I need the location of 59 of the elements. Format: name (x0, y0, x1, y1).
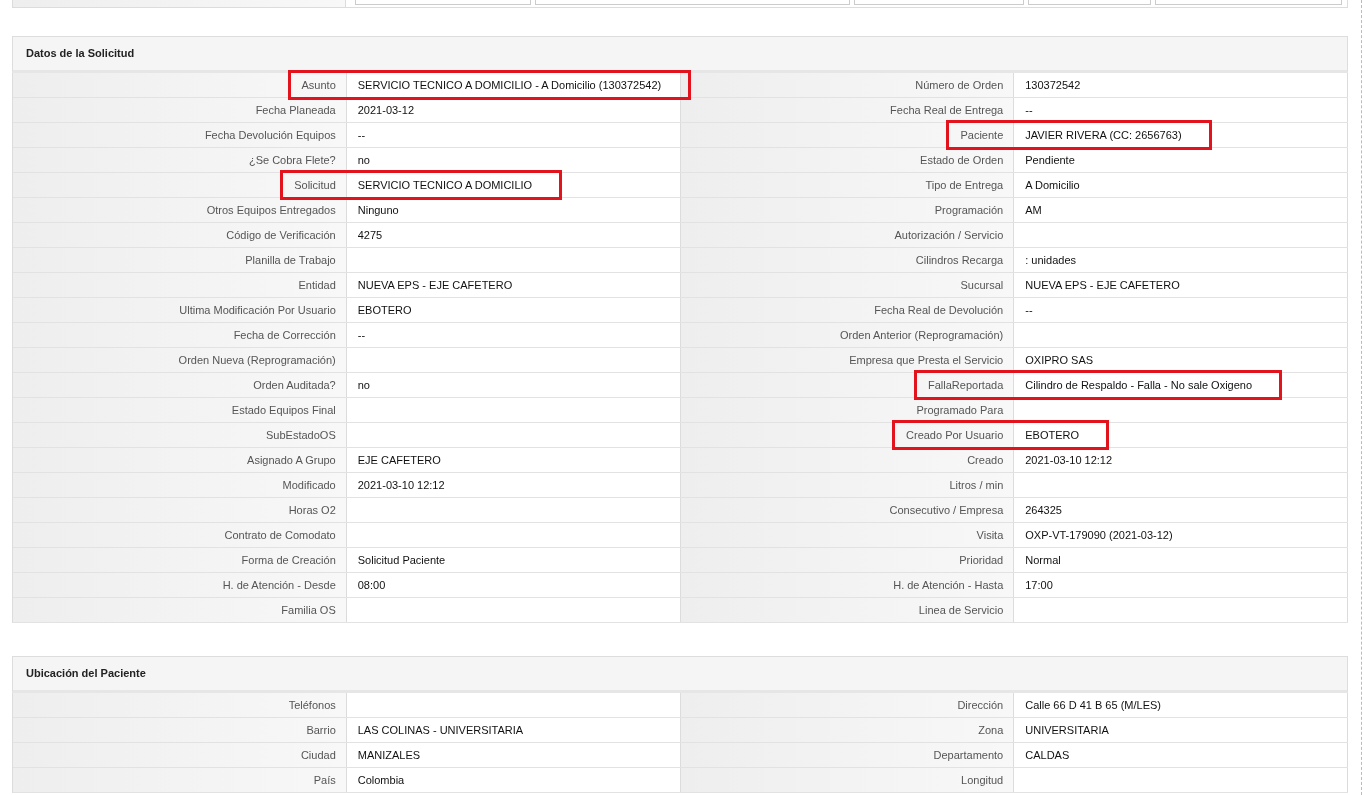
label-cell: H. de Atención - Desde (13, 573, 347, 597)
label-cell: Otros Equipos Entregados (13, 198, 347, 222)
label-cell: Código de Verificación (13, 223, 347, 247)
label-cell: Dirección (680, 693, 1015, 717)
label-cell: País (13, 768, 347, 792)
label-cell: FallaReportada (680, 373, 1015, 397)
label-cell: Número de Orden (680, 73, 1015, 97)
label-cell: Zona (680, 718, 1015, 742)
label-cell: Creado (680, 448, 1015, 472)
label-cell: Orden Auditada? (13, 373, 347, 397)
label-cell: Solicitud (13, 173, 347, 197)
label-cell: Empresa que Presta el Servicio (680, 348, 1015, 372)
label-cell: Programado Para (680, 398, 1015, 422)
label-cell: Consecutivo / Empresa (680, 498, 1015, 522)
label-cell: Entidad (13, 273, 347, 297)
label-cell: Planilla de Trabajo (13, 248, 347, 272)
label-cell: Ciudad (13, 743, 347, 767)
label-cell: Barrio (13, 718, 347, 742)
label-cell: Fecha Planeada (13, 98, 347, 122)
label-cell: Orden Nueva (Reprogramación) (13, 348, 347, 372)
label-cell: Modificado (13, 473, 347, 497)
label-cell: Orden Anterior (Reprogramación) (680, 323, 1015, 347)
label-cell: Prioridad (680, 548, 1015, 572)
input-field[interactable] (535, 0, 850, 5)
label-cell: Estado de Orden (680, 148, 1015, 172)
label-cell: Tipo de Entrega (680, 173, 1015, 197)
section-title: Ubicación del Paciente (26, 666, 146, 682)
label-cell: Cilindros Recarga (680, 248, 1015, 272)
label-cell: Horas O2 (13, 498, 347, 522)
label-cell: Litros / min (680, 473, 1015, 497)
label-cell: Longitud (680, 768, 1015, 792)
label-cell: Autorización / Servicio (680, 223, 1015, 247)
label-cell: Estado Equipos Final (13, 398, 347, 422)
label-cell: Departamento (680, 743, 1015, 767)
label-cell: Fecha Real de Entrega (680, 98, 1015, 122)
label-cell: Fecha de Corrección (13, 323, 347, 347)
input-field[interactable] (1155, 0, 1342, 5)
label-cell: H. de Atención - Hasta (680, 573, 1015, 597)
label-cell: Fecha Devolución Equipos (13, 123, 347, 147)
label-cell: Creado Por Usuario (680, 423, 1015, 447)
label-cell: Fecha Real de Devolución (680, 298, 1015, 322)
label-cell: Paciente (680, 123, 1015, 147)
input-field[interactable] (854, 0, 1024, 5)
label-cell: Familia OS (13, 598, 347, 622)
label-cell: Visita (680, 523, 1015, 547)
label-cell: Asunto (13, 73, 347, 97)
label-cell: Programación (680, 198, 1015, 222)
label-cell: ¿Se Cobra Flete? (13, 148, 347, 172)
label-cell: Linea de Servicio (680, 598, 1015, 622)
label-cell: Asignado A Grupo (13, 448, 347, 472)
label-cell: Teléfonos (13, 693, 347, 717)
section-title: Datos de la Solicitud (26, 46, 135, 62)
input-field[interactable] (355, 0, 531, 5)
label-cell: Forma de Creación (13, 548, 347, 572)
label-cell: SubEstadoOS (13, 423, 347, 447)
label-cell: Ultima Modificación Por Usuario (13, 298, 347, 322)
input-field[interactable] (1028, 0, 1151, 5)
label-cell: Contrato de Comodato (13, 523, 347, 547)
label-cell: Sucursal (680, 273, 1015, 297)
